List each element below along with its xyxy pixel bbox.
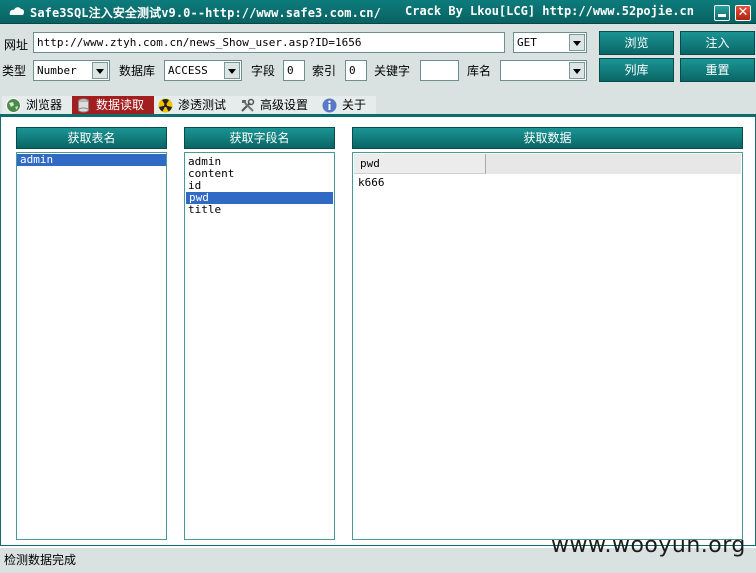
tab-data-read[interactable]: 数据读取 [72, 96, 154, 115]
inject-button[interactable]: 注入 [680, 31, 755, 55]
database-icon [78, 98, 89, 113]
window-crack-credit: Crack By Lkou[LCG] http://www.52pojie.cn [405, 4, 694, 18]
type-value: Number [37, 64, 77, 77]
tab-bar: 浏览器 数据读取 渗透测试 高级设置 关于 [0, 96, 756, 116]
list-item[interactable]: content [185, 168, 334, 180]
data-grid[interactable]: pwd k666 [352, 152, 743, 540]
url-label: 网址 [4, 38, 29, 52]
field-label: 字段 [251, 64, 276, 78]
toolbar: 网址 http://www.ztyh.com.cn/news_Show_user… [0, 25, 756, 93]
method-value: GET [517, 36, 537, 49]
tools-icon [241, 98, 255, 112]
tab-advanced[interactable]: 高级设置 [236, 96, 318, 115]
grid-column-pwd[interactable]: pwd [354, 154, 486, 174]
chevron-down-icon[interactable] [224, 62, 240, 79]
db-label: 数据库 [119, 64, 156, 78]
tab-about[interactable]: 关于 [318, 96, 376, 115]
list-db-button[interactable]: 列库 [599, 58, 674, 82]
db-value: ACCESS [168, 64, 208, 77]
type-select[interactable]: Number [33, 60, 110, 81]
dbname-select[interactable] [500, 60, 587, 81]
keyword-input[interactable] [420, 60, 459, 81]
reset-button[interactable]: 重置 [680, 58, 755, 82]
keyword-label: 关键字 [374, 64, 411, 78]
radiation-icon [158, 98, 173, 113]
minimize-button[interactable] [714, 5, 730, 21]
method-select[interactable]: GET [513, 32, 587, 53]
grid-header-row: pwd [354, 154, 741, 174]
list-item[interactable]: admin [17, 154, 166, 166]
tables-list[interactable]: admin [16, 152, 167, 540]
field-input[interactable]: 0 [283, 60, 305, 81]
tab-label: 数据读取 [96, 98, 145, 112]
chevron-down-icon[interactable] [92, 62, 108, 79]
data-header: 获取数据 [352, 127, 743, 149]
info-icon [322, 98, 337, 113]
watermark: www.wooyun.org [551, 533, 746, 558]
globe-icon [6, 98, 21, 113]
status-text: 检测数据完成 [4, 553, 77, 567]
window-title: Safe3SQL注入安全测试v9.0--http://www.safe3.com… [30, 6, 381, 20]
tables-header: 获取表名 [16, 127, 167, 149]
tab-label: 浏览器 [26, 98, 63, 112]
close-button[interactable]: ✕ [735, 5, 751, 21]
url-input[interactable]: http://www.ztyh.com.cn/news_Show_user.as… [33, 32, 505, 53]
fields-list[interactable]: admin content id pwd title [184, 152, 335, 540]
title-bar[interactable]: Safe3SQL注入安全测试v9.0--http://www.safe3.com… [0, 0, 756, 24]
list-item[interactable]: title [185, 204, 334, 216]
tab-label: 关于 [342, 98, 367, 112]
tab-pentest[interactable]: 渗透测试 [154, 96, 236, 115]
app-logo-icon [9, 7, 25, 15]
chevron-down-icon[interactable] [569, 62, 585, 79]
browse-button[interactable]: 浏览 [599, 31, 674, 55]
close-icon: ✕ [737, 5, 749, 20]
chevron-down-icon[interactable] [569, 34, 585, 51]
index-input[interactable]: 0 [345, 60, 367, 81]
dbname-label: 库名 [467, 64, 492, 78]
type-label: 类型 [2, 64, 27, 78]
tab-label: 高级设置 [260, 98, 309, 112]
tab-label: 渗透测试 [178, 98, 227, 112]
index-label: 索引 [312, 64, 337, 78]
db-select[interactable]: ACCESS [164, 60, 242, 81]
grid-cell[interactable]: k666 [358, 176, 385, 189]
fields-header: 获取字段名 [184, 127, 335, 149]
tab-browser[interactable]: 浏览器 [2, 96, 72, 115]
